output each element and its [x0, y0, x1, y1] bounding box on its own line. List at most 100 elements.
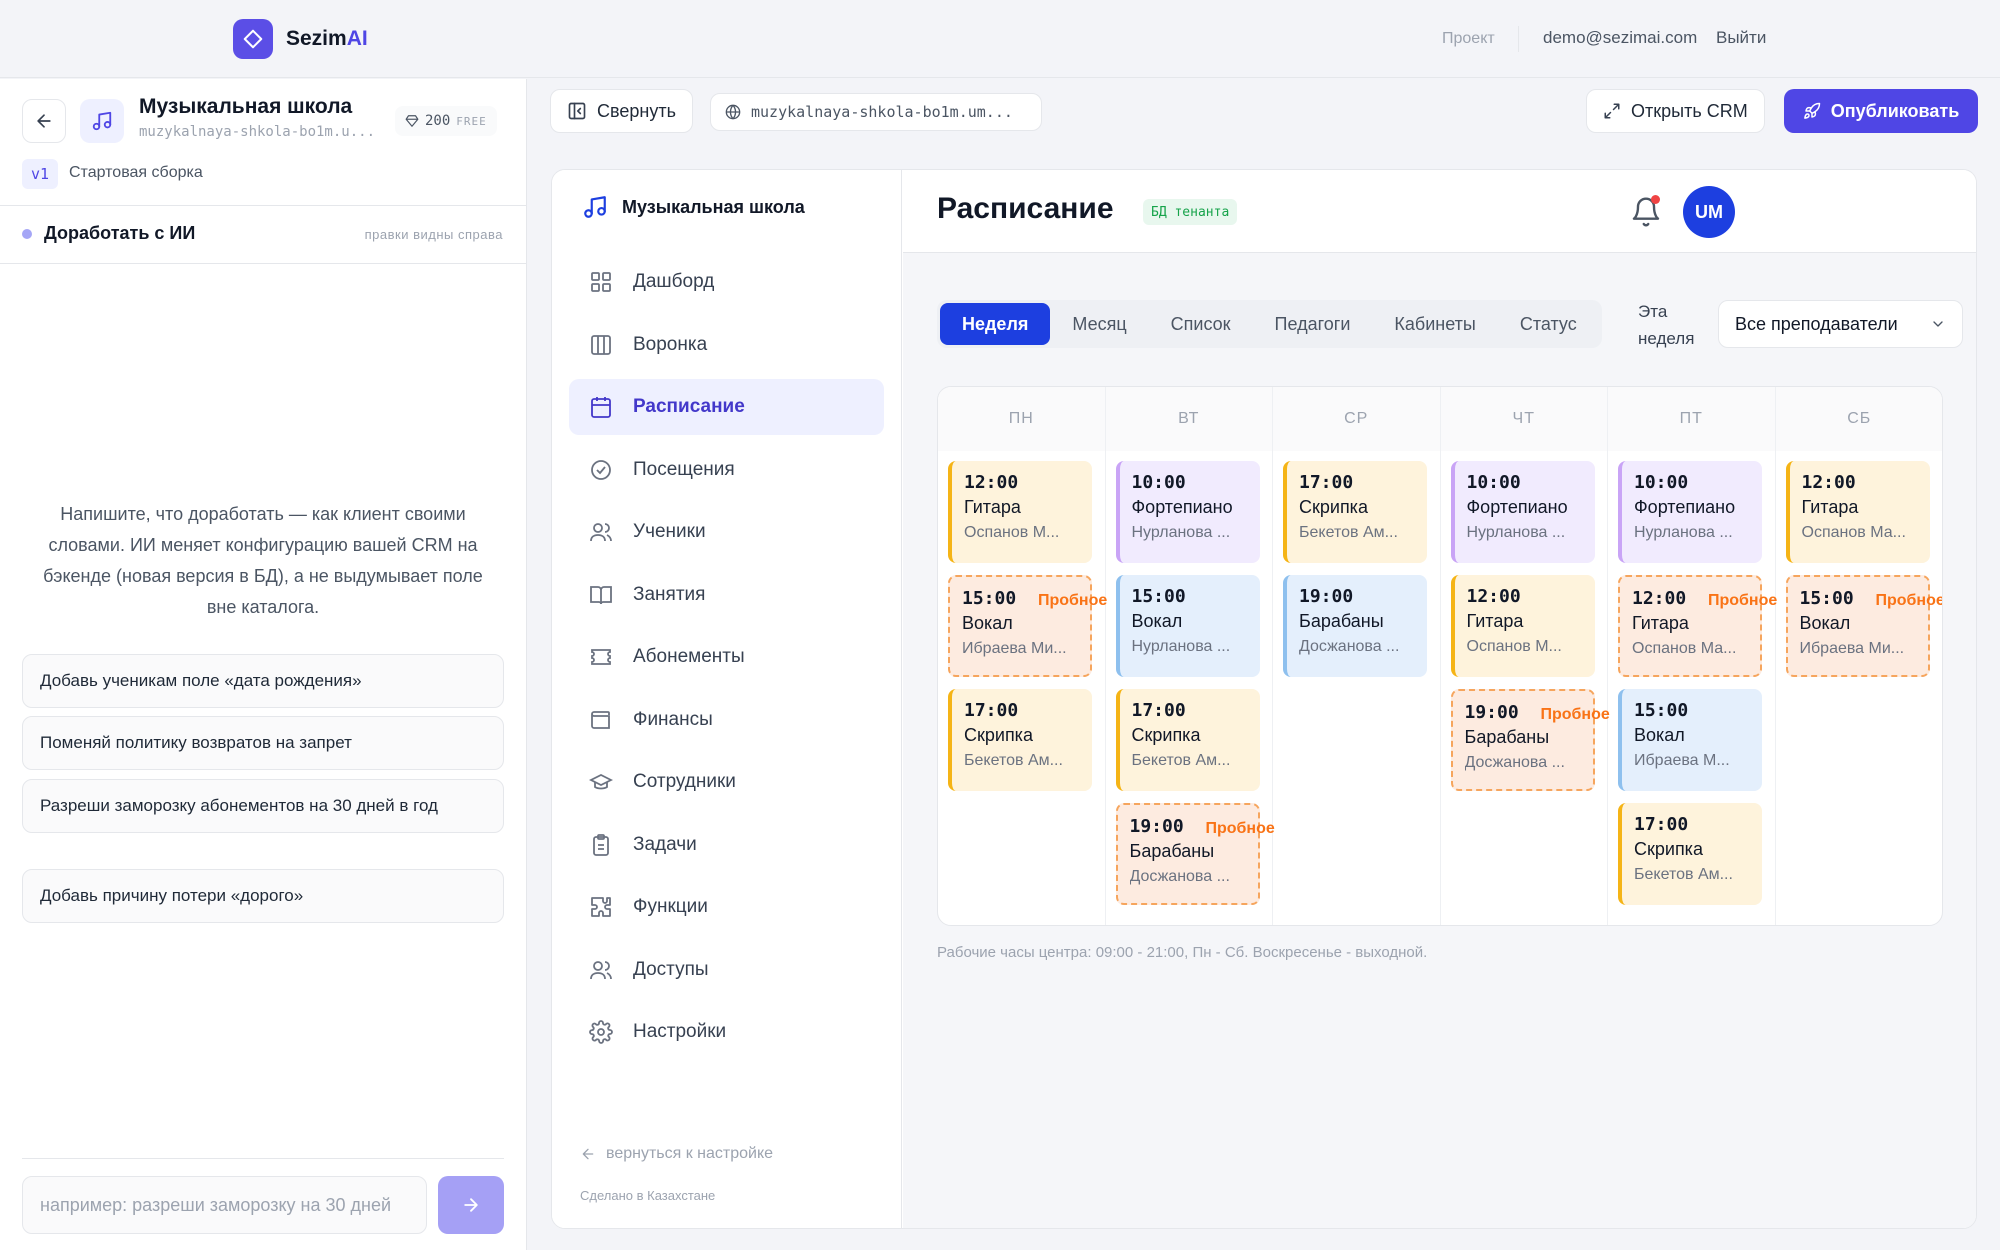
event-time: 10:00 [1131, 472, 1186, 493]
nav-item-settings[interactable]: Настройки [569, 1004, 884, 1060]
wallet-icon [591, 711, 610, 729]
nav-item-attendance[interactable]: Посещения [569, 442, 884, 498]
schedule-event[interactable]: 19:00 Пробное Барабаны Досжанова ... [1450, 689, 1610, 791]
graduation-cap-icon [589, 773, 613, 790]
collapse-label: Свернуть [597, 100, 676, 121]
avatar[interactable]: UM [1683, 186, 1735, 238]
suggestion-chip[interactable]: Поменяй политику возвратов на запрет [22, 716, 504, 770]
nav-item-dashboard[interactable]: Дашборд [569, 254, 884, 310]
arrow-left-icon [37, 114, 51, 128]
teacher-select[interactable]: Все преподаватели [1718, 300, 1963, 348]
event-subject: Барабаны [1299, 611, 1384, 631]
schedule-event[interactable]: 12:00 Гитара Оспанов М... [948, 461, 1092, 563]
day-column: СР 17:00 Скрипка Бекетов Ам... 19:00 Барабаны… [1273, 387, 1441, 925]
schedule-event[interactable]: 15:00 Вокал Нурланова ... [1115, 575, 1260, 677]
divider [1518, 26, 1519, 52]
nav-label: Воронка [633, 334, 708, 355]
suggestion-chip[interactable]: Добавь ученикам поле «дата рождения» [22, 654, 504, 708]
schedule-event[interactable]: 19:00 Пробное Барабаны Досжанова ... [1115, 803, 1275, 905]
event-time: 19:00 [1299, 586, 1354, 607]
schedule-event[interactable]: 17:00 Скрипка Бекетов Ам... [1115, 689, 1260, 791]
nav-label: Занятия [633, 584, 706, 605]
open-crm-label: Открыть CRM [1631, 100, 1748, 121]
nav-label: Функции [633, 896, 708, 917]
schedule-event[interactable]: 17:00 Скрипка Бекетов Ам... [1283, 461, 1427, 563]
schedule-event[interactable]: 12:00 Гитара Оспанов М... [1450, 575, 1595, 677]
suggestion-chip[interactable]: Добавь причину потери «дорого» [22, 869, 504, 923]
trial-badge: Пробное [1540, 706, 1610, 723]
nav-item-staff[interactable]: Сотрудники [569, 754, 884, 810]
event-time: 17:00 [964, 700, 1019, 721]
send-button[interactable] [438, 1176, 504, 1234]
nav-item-tasks[interactable]: Задачи [569, 817, 884, 873]
check-circle-icon [591, 460, 611, 480]
gear-icon [589, 1020, 613, 1044]
crm-brand[interactable]: Музыкальная школа [582, 194, 805, 220]
nav-item-subscriptions[interactable]: Абонементы [569, 629, 884, 685]
schedule-event[interactable]: 10:00 Фортепиано Нурланова ... [1618, 461, 1762, 563]
week-calendar: ПН 12:00 Гитара Оспанов М... 15:00 Пробное Вок… [937, 386, 1943, 926]
schedule-event[interactable]: 17:00 Скрипка Бекетов Ам... [948, 689, 1092, 791]
tab-rooms[interactable]: Кабинеты [1372, 303, 1497, 345]
nav-item-functions[interactable]: Функции [569, 879, 884, 935]
suggestion-chip[interactable]: Разреши заморозку абонементов на 30 дней… [22, 779, 504, 833]
schedule-event[interactable]: 12:00 Пробное Гитара Оспанов Ма... [1618, 575, 1777, 677]
diamond-icon [405, 115, 419, 127]
credits-plan: FREE [456, 114, 487, 128]
schedule-event[interactable]: 10:00 Фортепиано Нурланова ... [1115, 461, 1260, 563]
nav-item-finance[interactable]: Финансы [569, 692, 884, 748]
nav-item-schedule[interactable]: Расписание [569, 379, 884, 435]
event-subject: Гитара [1632, 613, 1689, 633]
back-button[interactable] [22, 99, 66, 143]
sidebar-collapse-icon [568, 102, 586, 120]
schedule-event[interactable]: 12:00 Гитара Оспанов Ма... [1785, 461, 1930, 563]
day-header: ПТ [1608, 387, 1775, 451]
event-subject: Вокал [1131, 611, 1183, 631]
schedule-event[interactable]: 10:00 Фортепиано Нурланова ... [1450, 461, 1595, 563]
event-teacher: Бекетов Ам... [1299, 524, 1398, 541]
version-badge: v1 [22, 159, 58, 189]
publish-button[interactable]: Опубликовать [1784, 89, 1978, 133]
schedule-event[interactable]: 17:00 Скрипка Бекетов Ам... [1618, 803, 1762, 905]
chat-input[interactable] [22, 1176, 427, 1234]
event-teacher: Досжанова ... [1129, 868, 1230, 885]
preview-url[interactable]: muzykalnaya-shkola-bo1m.um... [710, 93, 1042, 131]
logout-link[interactable]: Выйти [1716, 28, 1766, 48]
event-teacher: Нурланова ... [1466, 524, 1566, 541]
schedule-event[interactable]: 19:00 Барабаны Досжанова ... [1283, 575, 1427, 677]
project-link[interactable]: Проект [1442, 30, 1495, 48]
credits-count: 200 [425, 113, 451, 129]
tab-list[interactable]: Список [1149, 303, 1253, 345]
day-column: ПТ 10:00 Фортепиано Нурланова ... 12:00 Пробн… [1608, 387, 1777, 925]
version-label: Стартовая сборка [69, 164, 203, 181]
top-bar: SezimAI Проект demo@sezimai.com Выйти [0, 0, 2000, 78]
back-to-setup-link[interactable]: вернуться к настройке [580, 1145, 773, 1163]
calendar-icon [591, 397, 611, 418]
day-column: ВТ 10:00 Фортепиано Нурланова ... 15:00 Вокал… [1105, 387, 1275, 925]
logo-text[interactable]: SezimAI [286, 27, 368, 51]
schedule-event[interactable]: 15:00 Вокал Ибраева М... [1618, 689, 1762, 791]
tab-month[interactable]: Месяц [1050, 303, 1148, 345]
collapse-button[interactable]: Свернуть [550, 89, 693, 133]
event-teacher: Оспанов М... [964, 524, 1060, 541]
status-badge: БД тенанта [1143, 199, 1238, 225]
event-time: 10:00 [1634, 472, 1689, 493]
nav-item-access[interactable]: Доступы [569, 942, 884, 998]
nav-item-students[interactable]: Ученики [569, 504, 884, 560]
nav-item-funnel[interactable]: Воронка [569, 317, 884, 373]
schedule-event[interactable]: 15:00 Пробное Вокал Ибраева Ми... [948, 575, 1107, 677]
music-note-icon [584, 196, 606, 218]
nav-item-lessons[interactable]: Занятия [569, 567, 884, 623]
grid-icon [591, 272, 611, 292]
teacher-select-value: Все преподаватели [1735, 313, 1898, 334]
ai-intro-text: Напишите, что доработать — как клиент св… [43, 504, 483, 617]
tab-week[interactable]: Неделя [940, 303, 1051, 345]
open-crm-button[interactable]: Открыть CRM [1586, 89, 1765, 133]
schedule-event[interactable]: 15:00 Пробное Вокал Ибраева Ми... [1785, 575, 1942, 677]
tab-teachers[interactable]: Педагоги [1253, 303, 1373, 345]
chevron-down-icon [1933, 321, 1943, 327]
tab-status[interactable]: Статус [1498, 303, 1599, 345]
logo-icon[interactable] [233, 19, 273, 59]
clipboard-icon [593, 834, 609, 856]
week-label[interactable]: Эта неделя [1638, 298, 1708, 352]
